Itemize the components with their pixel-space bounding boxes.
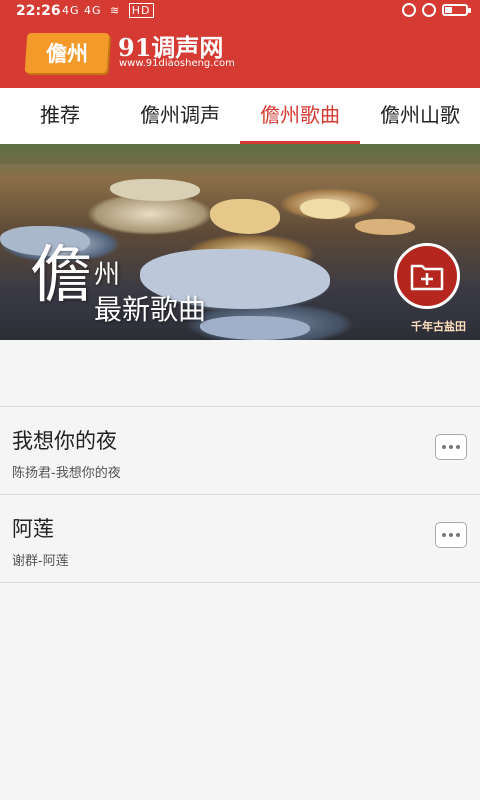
list-item[interactable]: 我想你的夜 陈扬君-我想你的夜 [0, 407, 480, 495]
banner-watermark: 千年古盐田 [411, 320, 466, 333]
status-icons [402, 3, 471, 17]
banner-big-char: 儋 [30, 238, 93, 311]
salt-pool [210, 199, 280, 234]
status-time: 22:26 [16, 3, 61, 19]
salt-pool [200, 316, 310, 340]
song-title: 阿莲 [12, 517, 54, 541]
wifi-icon: ≋ [110, 4, 121, 17]
banner-line-2: 最新歌曲 [94, 293, 207, 326]
logo-badge-text: 儋州 [46, 42, 88, 66]
more-dots-icon [442, 533, 446, 537]
logo-url: www.91diaosheng.com [119, 58, 235, 69]
more-dots-icon [442, 445, 446, 449]
signal-icon: 4G 4G ≋ HD [62, 3, 154, 18]
banner-sky [0, 144, 480, 164]
folder-plus-icon [410, 264, 444, 291]
lock-icon [402, 3, 416, 17]
logo-badge: 儋州 [24, 33, 110, 73]
more-options-button[interactable] [435, 522, 467, 548]
battery-icon [442, 4, 471, 16]
tab-danzhou-songs[interactable]: 儋州歌曲 [240, 88, 360, 144]
tab-danzhou-folk-songs[interactable]: 儋州山歌 [360, 88, 480, 144]
add-folder-button[interactable] [394, 243, 460, 309]
status-bar: 22:26 4G 4G ≋ HD [0, 0, 480, 24]
tab-recommend[interactable]: 推荐 [0, 88, 120, 144]
salt-pool [110, 179, 200, 201]
song-subtitle: 陈扬君-我想你的夜 [12, 466, 121, 481]
banner-line-1: 州 [94, 260, 121, 290]
song-subtitle: 谢群-阿莲 [12, 554, 69, 569]
alarm-icon [422, 3, 436, 17]
salt-pool [355, 219, 415, 235]
tab-bar: 推荐 儋州调声 儋州歌曲 儋州山歌 [0, 88, 480, 145]
song-title: 我想你的夜 [12, 429, 117, 453]
salt-pool [300, 199, 350, 219]
hd-badge: HD [128, 3, 154, 18]
tab-danzhou-tiaosheng[interactable]: 儋州调声 [120, 88, 240, 144]
app-header: 22:26 4G 4G ≋ HD 儋州 91调声网 www.91diaoshen… [0, 0, 480, 88]
more-options-button[interactable] [435, 434, 467, 460]
list-item[interactable]: 阿莲 谢群-阿莲 [0, 495, 480, 583]
song-list: 我想你的夜 陈扬君-我想你的夜 阿莲 谢群-阿莲 [0, 406, 480, 583]
banner-image: 儋 州 最新歌曲 千年古盐田 [0, 144, 480, 340]
